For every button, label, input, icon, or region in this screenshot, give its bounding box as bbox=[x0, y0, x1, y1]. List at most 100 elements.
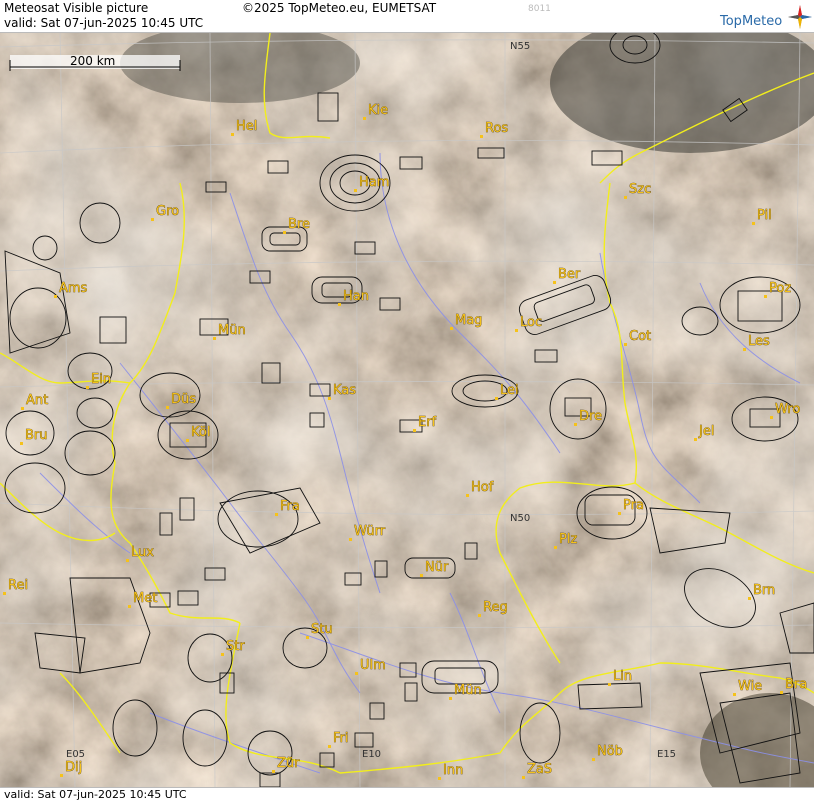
city-marker bbox=[748, 597, 751, 600]
city-label: Les bbox=[748, 334, 770, 349]
city-label: Loc bbox=[520, 315, 542, 330]
city-mün: Mün bbox=[213, 323, 246, 340]
city-marker bbox=[221, 653, 224, 656]
grid-label-e10: E10 bbox=[362, 749, 381, 760]
city-zas: ZaS bbox=[522, 762, 552, 779]
city-marker bbox=[624, 196, 627, 199]
city-label: Ant bbox=[26, 393, 48, 408]
city-marker bbox=[554, 546, 557, 549]
city-marker bbox=[126, 559, 129, 562]
city-marker bbox=[450, 327, 453, 330]
city-marker bbox=[363, 117, 366, 120]
city-label: Han bbox=[343, 289, 369, 304]
city-mag: Mag bbox=[450, 313, 483, 330]
city-label: Ulm bbox=[360, 658, 386, 673]
city-ant: Ant bbox=[21, 393, 49, 410]
city-label: Düs bbox=[171, 392, 196, 407]
city-nür: Nür bbox=[420, 560, 449, 577]
product-title: Meteosat Visible picture bbox=[4, 1, 149, 15]
compass-star-icon bbox=[788, 5, 812, 29]
city-loc: Loc bbox=[515, 315, 542, 332]
grid-label-n55: N55 bbox=[510, 41, 530, 52]
city-marker bbox=[466, 494, 469, 497]
city-marker bbox=[480, 135, 483, 138]
city-marker bbox=[438, 777, 441, 780]
city-label: Pil bbox=[757, 208, 772, 223]
city-label: Ber bbox=[558, 267, 581, 282]
city-zür: Zür bbox=[272, 756, 300, 773]
footer-bar: valid: Sat 07-jun-2025 10:45 UTC bbox=[0, 787, 814, 801]
city-ber: Ber bbox=[553, 267, 581, 284]
city-label: Rei bbox=[8, 578, 28, 593]
city-label: Gro bbox=[156, 204, 179, 219]
city-label: Bre bbox=[288, 217, 310, 232]
city-marker bbox=[21, 407, 24, 410]
city-label: Szc bbox=[629, 182, 651, 197]
brand-logo-text[interactable]: TopMeteo bbox=[720, 14, 782, 29]
city-marker bbox=[478, 614, 481, 617]
footer-valid-time: valid: Sat 07-jun-2025 10:45 UTC bbox=[4, 788, 187, 801]
city-marker bbox=[338, 303, 341, 306]
city-label: Dre bbox=[579, 409, 602, 424]
city-label: Kie bbox=[368, 103, 388, 118]
city-szc: Szc bbox=[624, 182, 652, 199]
city-marker bbox=[306, 636, 309, 639]
city-label: Ein bbox=[91, 372, 111, 387]
city-marker bbox=[213, 337, 216, 340]
copyright-notice: ©2025 TopMeteo.eu, EUMETSAT bbox=[242, 1, 437, 15]
city-label: Wie bbox=[738, 679, 762, 694]
city-label: Stu bbox=[311, 622, 333, 637]
city-kas: Kas bbox=[328, 383, 357, 400]
city-label: Mün bbox=[218, 323, 246, 338]
city-marker bbox=[515, 329, 518, 332]
city-label: Lin bbox=[613, 669, 632, 684]
city-marker bbox=[752, 222, 755, 225]
city-label: Ham bbox=[359, 175, 389, 190]
city-marker bbox=[522, 776, 525, 779]
city-marker bbox=[86, 386, 89, 389]
city-label: Poz bbox=[769, 281, 791, 296]
city-label: Bru bbox=[25, 428, 48, 443]
city-marker bbox=[128, 605, 131, 608]
city-marker bbox=[694, 438, 697, 441]
image-code: 8011 bbox=[528, 4, 551, 14]
city-ham: Ham bbox=[354, 175, 390, 192]
city-label: Pra bbox=[623, 498, 644, 513]
city-marker bbox=[3, 592, 6, 595]
city-label: Ams bbox=[59, 281, 88, 296]
city-poz: Poz bbox=[764, 281, 792, 298]
city-marker bbox=[231, 133, 234, 136]
scale-bar: 200 km bbox=[9, 54, 181, 71]
city-marker bbox=[54, 295, 57, 298]
city-label: Nöb bbox=[597, 744, 623, 759]
city-label: Fri bbox=[333, 731, 349, 746]
city-ams: Ams bbox=[54, 281, 88, 298]
city-marker bbox=[770, 416, 773, 419]
city-label: Köl bbox=[191, 425, 210, 440]
city-bra: Bra bbox=[780, 677, 808, 694]
city-label: Str bbox=[226, 639, 245, 654]
city-bru: Bru bbox=[20, 428, 48, 445]
city-marker bbox=[780, 691, 783, 694]
city-marker bbox=[272, 770, 275, 773]
city-label: Mün bbox=[454, 683, 482, 698]
city-label: Plz bbox=[559, 532, 577, 547]
city-dre: Dre bbox=[574, 409, 602, 426]
satellite-map[interactable]: 200 km N55 N50 E05 E10 E15 Hel Kie Ros Ham S… bbox=[0, 33, 814, 787]
map-viewer: Meteosat Visible picture valid: Sat 07-j… bbox=[0, 0, 814, 801]
city-marker bbox=[449, 697, 452, 700]
city-marker bbox=[151, 218, 154, 221]
city-nöb: Nöb bbox=[592, 744, 623, 761]
valid-time: valid: Sat 07-jun-2025 10:45 UTC bbox=[4, 16, 204, 30]
city-mün: Mün bbox=[449, 683, 482, 700]
city-label: Reg bbox=[483, 600, 508, 615]
city-marker bbox=[618, 512, 621, 515]
city-marker bbox=[733, 693, 736, 696]
city-label: Dij bbox=[65, 760, 82, 775]
city-label: Kas bbox=[333, 383, 356, 398]
city-marker bbox=[328, 397, 331, 400]
city-marker bbox=[328, 745, 331, 748]
city-label: Inn bbox=[443, 763, 463, 778]
grid-label-e15: E15 bbox=[657, 749, 676, 760]
city-marker bbox=[592, 758, 595, 761]
